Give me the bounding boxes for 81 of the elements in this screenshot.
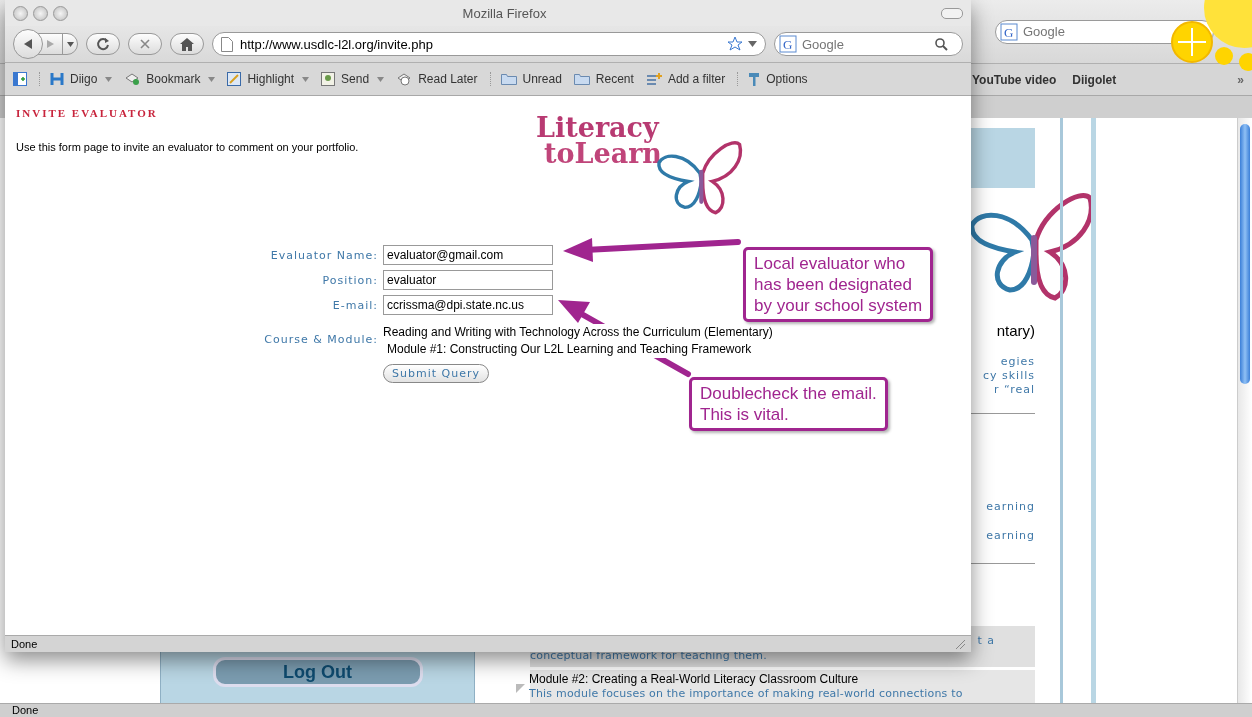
- close-icon[interactable]: [13, 5, 28, 21]
- url-input[interactable]: http://www.usdlc-l2l.org/invite.php: [238, 35, 722, 53]
- module-link[interactable]: earning: [986, 529, 1035, 543]
- toolbar-button[interactable]: Highlight: [247, 72, 295, 86]
- history-dropdown[interactable]: [62, 33, 78, 55]
- caret-icon[interactable]: [748, 41, 757, 47]
- home-button[interactable]: [170, 33, 204, 55]
- toolbar-button[interactable]: Diigo: [70, 72, 98, 86]
- field-label: Evaluator Name:: [269, 248, 378, 262]
- bookmark-icon: [124, 72, 141, 86]
- toolbar-button[interactable]: Recent: [595, 72, 634, 86]
- reload-icon: [96, 37, 110, 51]
- input-field[interactable]: evaluator: [383, 270, 553, 290]
- toolbar-button[interactable]: Add a filter: [667, 72, 726, 86]
- highlight-icon: [227, 72, 242, 86]
- home-icon: [180, 37, 194, 51]
- caret-icon[interactable]: [208, 76, 216, 82]
- field-label: Position:: [321, 273, 378, 287]
- caret-icon: [66, 41, 74, 47]
- search-input[interactable]: Google: [800, 35, 932, 53]
- filter-icon: [645, 72, 662, 86]
- more-bookmarks-chevron[interactable]: »: [1237, 72, 1244, 87]
- search-engine-icon[interactable]: G: [1000, 22, 1018, 41]
- send-icon: [321, 72, 336, 86]
- search-icon[interactable]: [935, 37, 948, 51]
- description-text: cy skills: [982, 369, 1035, 383]
- callout-box: Doublecheck the email. This is vital.: [689, 377, 888, 431]
- toolbar-button[interactable]: Options: [766, 72, 808, 86]
- search-engine-icon[interactable]: G: [779, 35, 797, 53]
- module-description: t a: [977, 634, 996, 648]
- scrollbar-thumb[interactable]: [1240, 124, 1250, 384]
- stop-button[interactable]: [128, 33, 162, 55]
- diigo-icon: [50, 72, 64, 86]
- window-title: Mozilla Firefox: [461, 5, 548, 21]
- minimize-icon[interactable]: [33, 5, 48, 21]
- module-title[interactable]: Module #2: Creating a Real-World Literacy Classroom Culture: [529, 672, 963, 686]
- triangle-icon: [516, 684, 525, 693]
- scrollbar[interactable]: [1237, 118, 1252, 703]
- folder-icon: [573, 73, 590, 85]
- toolbar-button[interactable]: Read Later: [418, 72, 478, 86]
- toolbar-toggle-icon[interactable]: [941, 7, 963, 19]
- status-text: Done: [0, 703, 1252, 717]
- page-icon: [221, 36, 233, 52]
- toolbar-button[interactable]: Send: [341, 72, 370, 86]
- callout-box: Local evaluator who has been designated by your school system: [743, 247, 934, 322]
- module-description: This module focuses on the importance of making real-world connections to: [529, 686, 963, 701]
- bookmark-link[interactable]: YouTube video: [972, 72, 1057, 87]
- sidebar-icon[interactable]: [13, 72, 27, 86]
- back-button[interactable]: [13, 29, 43, 59]
- toolbar-button[interactable]: Unread: [522, 72, 562, 86]
- resize-grip-icon[interactable]: [955, 639, 965, 649]
- logo-text: Literacy toLearn: [536, 115, 663, 167]
- zoom-icon[interactable]: [53, 5, 68, 21]
- folder-icon: [500, 73, 517, 85]
- search-field[interactable]: G Google: [774, 32, 963, 56]
- status-text: Done: [11, 638, 38, 650]
- input-field[interactable]: evaluator@gmail.com: [383, 245, 553, 265]
- back-icon: [22, 38, 34, 50]
- intro-text: Use this form page to invite an evaluator to comment on your portfolio.: [16, 141, 360, 153]
- reload-button[interactable]: [86, 33, 120, 55]
- caret-icon[interactable]: [302, 76, 310, 82]
- course-text: Reading and Writing with Technology Across the Curriculum (Elementary): [383, 324, 773, 341]
- submit-button[interactable]: Submit Query: [383, 364, 489, 383]
- search-input[interactable]: Google: [1021, 23, 1165, 40]
- clock-icon: [396, 72, 413, 86]
- description-text: r “real: [994, 383, 1035, 397]
- course-title: ntary): [996, 322, 1035, 339]
- bookmark-link[interactable]: Diigolet: [1072, 72, 1117, 87]
- module-link[interactable]: earning: [986, 500, 1035, 514]
- page-heading: INVITE EVALUATOR: [16, 107, 159, 119]
- star-icon[interactable]: [727, 36, 743, 52]
- close-icon: [139, 38, 151, 50]
- caret-icon[interactable]: [105, 76, 113, 82]
- forward-icon: [45, 39, 55, 49]
- toolbar-button[interactable]: Bookmark: [146, 72, 201, 86]
- field-label: E-mail:: [331, 298, 378, 312]
- field-label: Course & Module:: [263, 332, 378, 346]
- address-bar[interactable]: http://www.usdlc-l2l.org/invite.php: [212, 32, 766, 56]
- description-text: egies: [1000, 355, 1035, 369]
- input-field[interactable]: ccrissma@dpi.state.nc.us: [383, 295, 553, 315]
- caret-icon[interactable]: [377, 76, 385, 82]
